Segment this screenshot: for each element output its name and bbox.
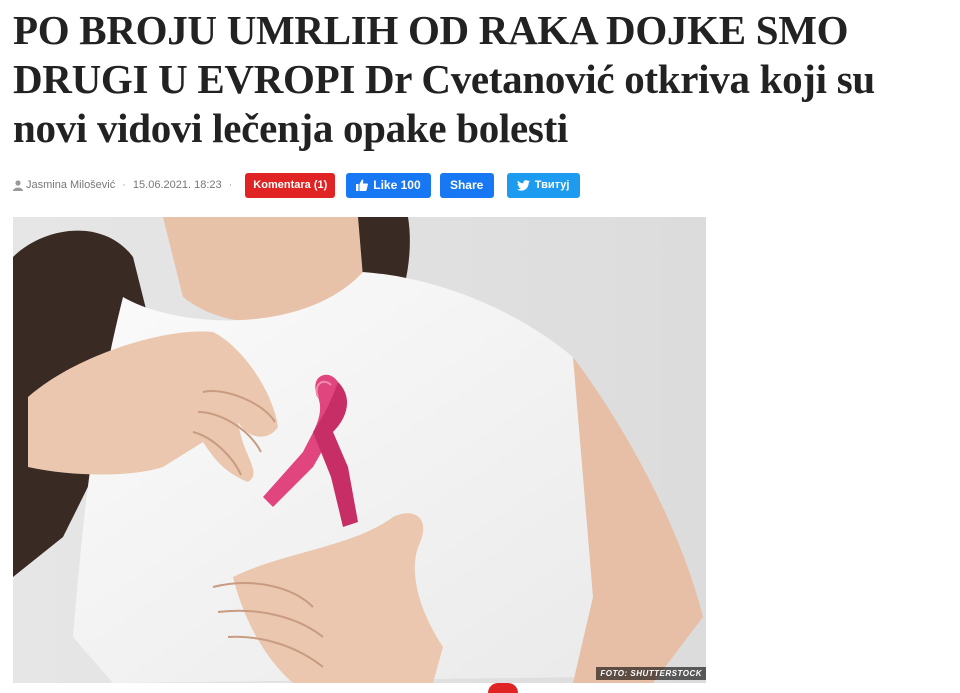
user-icon xyxy=(13,179,23,191)
article-photo-illustration xyxy=(13,217,706,683)
article-photo: FOTO: SHUTTERSTOCK xyxy=(13,217,706,683)
photo-credit: FOTO: SHUTTERSTOCK xyxy=(596,667,706,680)
facebook-share-button[interactable]: Share xyxy=(439,172,494,198)
twitter-bird-icon xyxy=(516,179,530,191)
author-name[interactable]: Jasmina Milošević xyxy=(26,179,115,191)
separator-dot: · xyxy=(122,179,126,191)
like-button-label: Like 100 xyxy=(373,178,421,192)
article-meta: Jasmina Milošević · 15.06.2021. 18:23 · … xyxy=(13,172,580,198)
article-headline: PO BROJU UMRLIH OD RAKA DOJKE SMO DRUGI … xyxy=(13,7,875,151)
share-button-label: Share xyxy=(449,178,484,192)
facebook-like-button[interactable]: Like 100 xyxy=(346,172,431,198)
bottom-red-element xyxy=(488,683,518,693)
thumbs-up-icon xyxy=(356,179,369,191)
separator-dot: · xyxy=(228,179,233,191)
tweet-button-label: Твитуј xyxy=(534,179,570,191)
tweet-button[interactable]: Твитуј xyxy=(506,172,580,198)
comments-button[interactable]: Komentara (1) xyxy=(245,172,336,198)
comments-button-label: Komentara (1) xyxy=(253,179,328,191)
publish-date: 15.06.2021. 18:23 xyxy=(132,179,222,191)
